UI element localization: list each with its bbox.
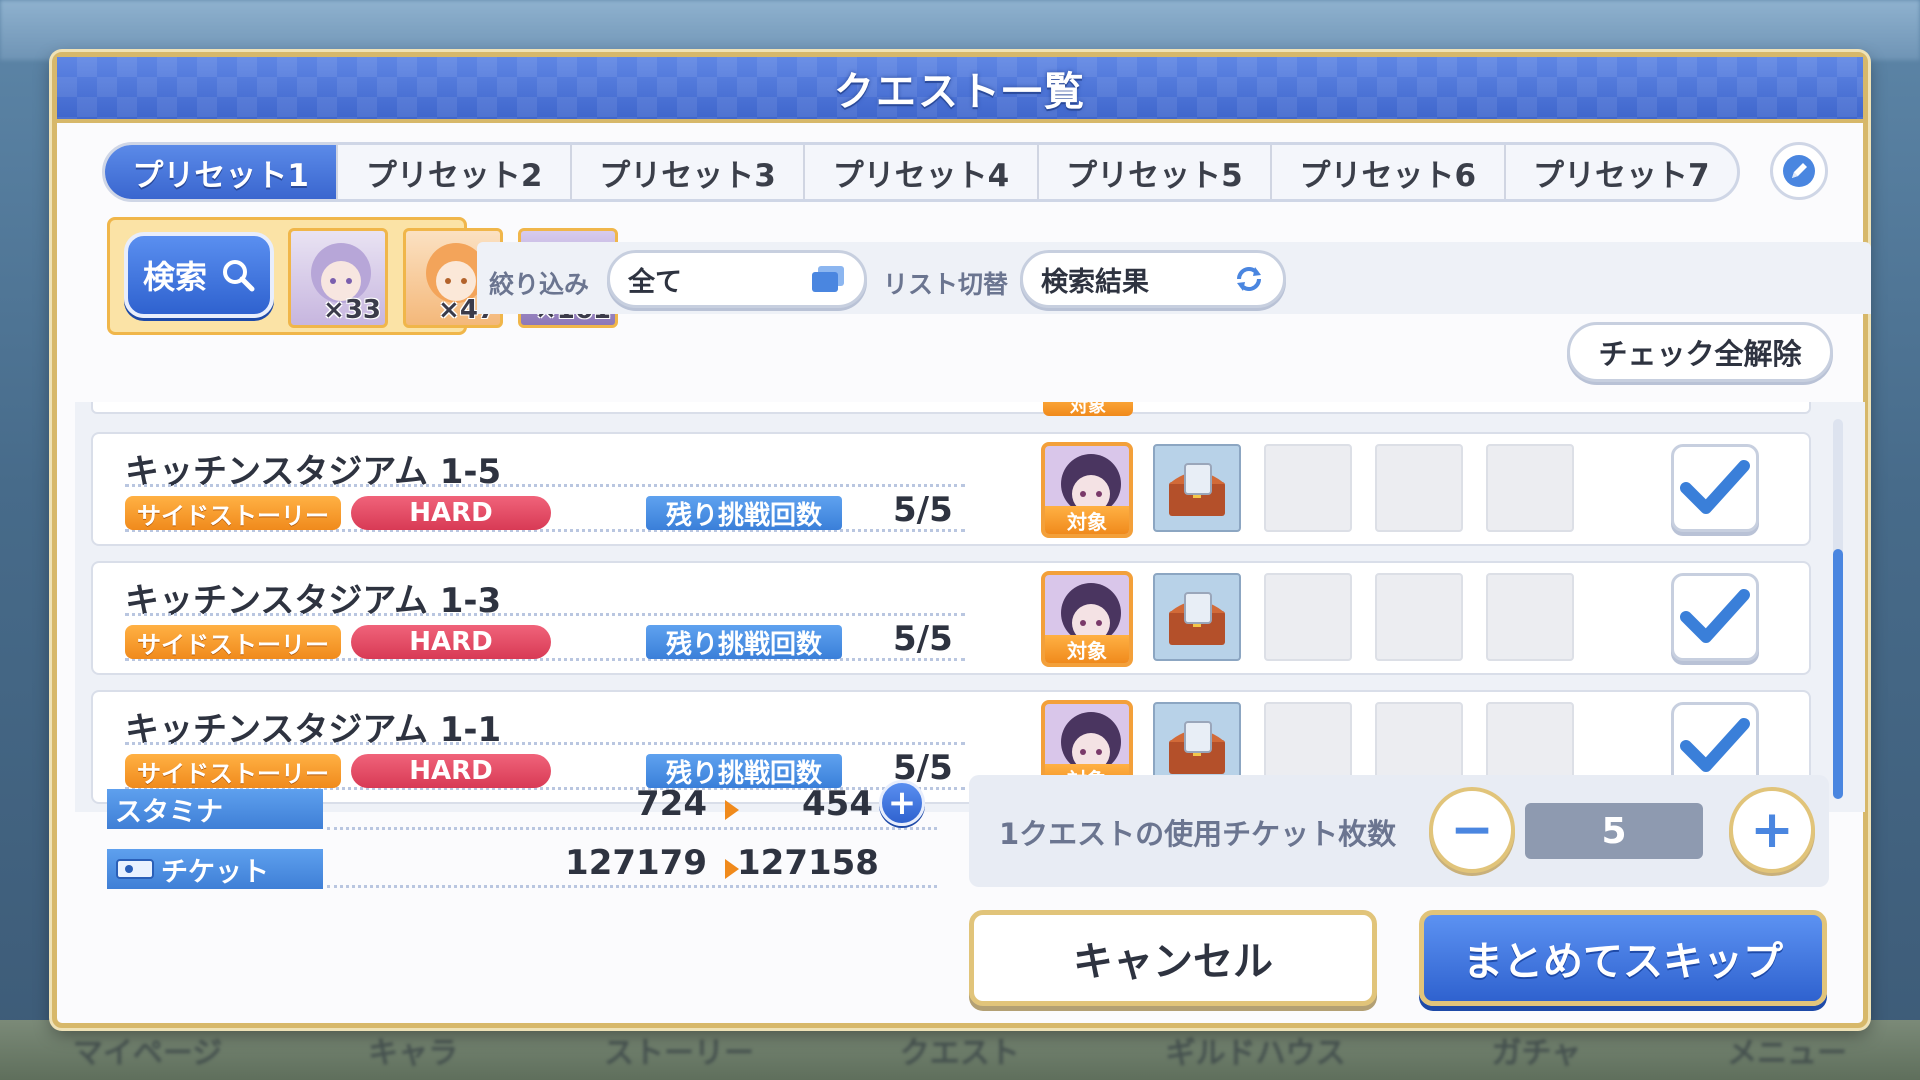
uncheck-all-button[interactable]: チェック全解除	[1567, 322, 1833, 382]
target-character: 対象	[1041, 571, 1133, 667]
skip-all-button[interactable]: まとめてスキップ	[1419, 910, 1827, 1006]
bg-nav-item: ストーリー	[603, 1036, 754, 1071]
list-item[interactable]: キッチンスタジアム 1-5 サイドストーリー HARD 残り挑戦回数 5/5 対…	[91, 432, 1811, 546]
quest-checkbox[interactable]	[1671, 444, 1759, 532]
list-switch-dropdown[interactable]: 検索結果	[1020, 250, 1286, 308]
reward-slot	[1486, 573, 1574, 661]
background-nav-bar: マイページ キャラ ストーリー クエスト ギルドハウス ガチャ メニュー	[0, 1020, 1920, 1080]
tab-preset-5[interactable]: プリセット5	[1039, 145, 1273, 199]
remaining-count: 5/5	[893, 490, 953, 530]
character-count: ×33	[323, 295, 381, 325]
add-stamina-button[interactable]: +	[879, 780, 925, 826]
decrease-button[interactable]: −	[1429, 787, 1515, 873]
search-icon	[223, 260, 255, 292]
character-thumbnail[interactable]: ×33	[288, 228, 388, 328]
ticket-usage-label: 1クエストの使用チケット枚数	[999, 817, 1397, 851]
target-label: 対象	[1043, 402, 1133, 417]
increase-button[interactable]: +	[1729, 787, 1815, 873]
search-panel: 検索 ×33 ×47	[107, 217, 618, 335]
remaining-label: 残り挑戦回数	[646, 754, 842, 789]
list-switch-label: リスト切替	[883, 270, 1009, 299]
refresh-icon	[1237, 267, 1261, 291]
ticket-after: 127158	[737, 843, 879, 883]
divider	[125, 742, 965, 745]
list-item[interactable]: キッチンスタジアム 1-3 サイドストーリー HARD 残り挑戦回数 5/5 対…	[91, 561, 1811, 675]
divider	[327, 885, 937, 888]
tab-preset-1[interactable]: プリセット1	[105, 145, 339, 199]
ticket-label-text: チケット	[161, 856, 269, 888]
divider	[327, 827, 937, 830]
bg-nav-item: マイページ	[72, 1036, 223, 1071]
scrollbar-thumb[interactable]	[1833, 549, 1843, 799]
reward-slot	[1264, 444, 1352, 532]
ticket-label: チケット	[107, 849, 323, 889]
search-button[interactable]: 検索	[124, 232, 274, 318]
bg-nav-item: ギルドハウス	[1165, 1036, 1346, 1071]
reward-slot	[1375, 444, 1463, 532]
reward-slot	[1486, 444, 1574, 532]
divider	[125, 484, 965, 487]
category-badge: サイドストーリー	[125, 625, 341, 659]
difficulty-badge: HARD	[351, 496, 551, 530]
filter-dropdown[interactable]: 全て	[607, 250, 867, 308]
remaining-count: 5/5	[893, 619, 953, 659]
checkmark-icon	[1680, 718, 1750, 772]
reward-slot	[1375, 573, 1463, 661]
dialog-title: クエスト一覧	[834, 69, 1086, 115]
pencil-icon	[1783, 155, 1815, 187]
target-label: 対象	[1045, 635, 1129, 663]
bg-nav-item: ガチャ	[1491, 1036, 1582, 1071]
quest-checkbox[interactable]	[1671, 573, 1759, 661]
divider	[125, 613, 965, 616]
window-icon	[812, 266, 844, 292]
reward-slot	[1264, 573, 1352, 661]
preset-tabs: プリセット1 プリセット2 プリセット3 プリセット4 プリセット5 プリセット…	[102, 142, 1740, 202]
checkmark-icon	[1680, 460, 1750, 514]
tab-preset-7[interactable]: プリセット7	[1506, 145, 1737, 199]
search-button-label: 検索	[142, 258, 207, 296]
category-badge: サイドストーリー	[125, 496, 341, 530]
tab-preset-6[interactable]: プリセット6	[1272, 145, 1506, 199]
list-switch-value: 検索結果	[1041, 266, 1149, 298]
target-label: 対象	[1045, 506, 1129, 534]
bg-nav-item: キャラ	[368, 1036, 459, 1071]
tab-preset-4[interactable]: プリセット4	[805, 145, 1039, 199]
tab-preset-3[interactable]: プリセット3	[572, 145, 806, 199]
filter-label: 絞り込み	[489, 270, 590, 299]
difficulty-badge: HARD	[351, 625, 551, 659]
filter-bar: 絞り込み 全て リスト切替 検索結果	[477, 242, 1871, 314]
bg-nav-item: メニュー	[1726, 1036, 1847, 1071]
quest-list: 対象 キッチンスタジアム 1-5 サイドストーリー HARD 残り挑戦回数 5/…	[75, 402, 1865, 812]
stamina-before: 724	[636, 784, 707, 824]
list-item-partial: 対象	[91, 402, 1811, 417]
ticket-count-value: 5	[1525, 803, 1703, 859]
remaining-label: 残り挑戦回数	[646, 496, 842, 531]
category-badge: サイドストーリー	[125, 754, 341, 788]
edit-preset-button[interactable]	[1770, 142, 1828, 200]
reward-slot	[1153, 573, 1241, 661]
target-character: 対象	[1041, 442, 1133, 538]
dialog-titlebar: クエスト一覧	[57, 57, 1863, 123]
checkmark-icon	[1680, 589, 1750, 643]
treasure-chest-icon	[1169, 592, 1225, 645]
bg-nav-item: クエスト	[899, 1036, 1020, 1071]
filter-value: 全て	[628, 266, 682, 298]
treasure-chest-icon	[1169, 463, 1225, 516]
ticket-icon	[116, 859, 154, 879]
stamina-label-text: スタミナ	[115, 796, 223, 828]
ticket-before: 127179	[565, 843, 707, 883]
reward-slot	[1153, 444, 1241, 532]
remaining-label: 残り挑戦回数	[646, 625, 842, 660]
stamina-label: スタミナ	[107, 789, 323, 829]
stamina-after: 454	[802, 784, 873, 824]
difficulty-badge: HARD	[351, 754, 551, 788]
cancel-button[interactable]: キャンセル	[969, 910, 1377, 1006]
list-scrollbar[interactable]	[1833, 419, 1843, 799]
ticket-usage-panel: 1クエストの使用チケット枚数 − 5 +	[969, 775, 1829, 887]
quest-list-dialog: クエスト一覧 プリセット1 プリセット2 プリセット3 プリセット4 プリセット…	[52, 52, 1871, 1028]
background-header	[0, 0, 1920, 60]
tab-preset-2[interactable]: プリセット2	[338, 145, 572, 199]
